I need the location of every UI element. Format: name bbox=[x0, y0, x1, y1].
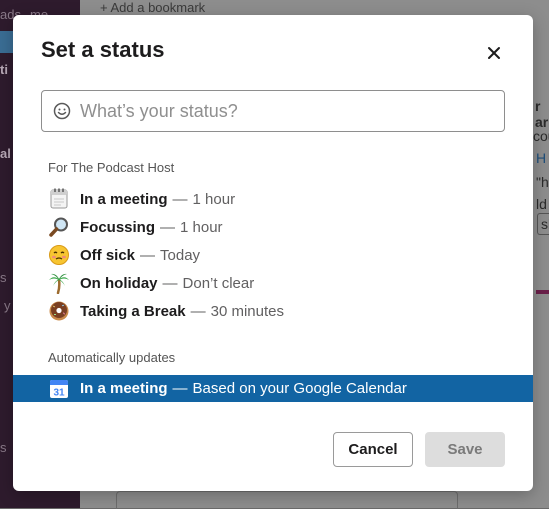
preset-label: Focussing bbox=[80, 218, 156, 236]
calendar-icon bbox=[48, 188, 70, 210]
background-message-text: cou bbox=[533, 128, 549, 144]
background-message-text: r ar bbox=[535, 98, 549, 130]
background-message-text: "h bbox=[536, 174, 549, 190]
status-input-field[interactable] bbox=[41, 90, 505, 132]
preset-duration: Don’t clear bbox=[182, 274, 255, 292]
preset-separator: — bbox=[160, 218, 176, 236]
donut-icon bbox=[48, 300, 70, 322]
auto-status-label: In a meeting bbox=[80, 380, 168, 397]
background-sidebar-text: s bbox=[0, 270, 7, 285]
preset-duration: 30 minutes bbox=[210, 302, 284, 320]
background-message-link: H bbox=[536, 150, 547, 166]
background-bookmark-link: + Add a bookmark bbox=[100, 0, 206, 15]
set-status-dialog: Set a status For The Podcast Host bbox=[13, 15, 533, 491]
preset-separator: — bbox=[140, 246, 156, 264]
preset-off-sick[interactable]: Off sick — Today bbox=[48, 243, 508, 267]
preset-label: In a meeting bbox=[80, 190, 168, 208]
close-button[interactable] bbox=[483, 42, 505, 64]
google-calendar-icon: 31 bbox=[49, 379, 69, 399]
background-message-text: sk bbox=[541, 216, 549, 232]
auto-section-label: Automatically updates bbox=[48, 350, 176, 365]
preset-separator: — bbox=[162, 274, 178, 292]
preset-duration: 1 hour bbox=[192, 190, 236, 208]
preset-separator: — bbox=[190, 302, 206, 320]
save-button[interactable]: Save bbox=[425, 432, 505, 467]
preset-on-holiday[interactable]: On holiday — Don’t clear bbox=[48, 271, 508, 295]
palm-tree-icon bbox=[48, 272, 70, 294]
preset-separator: — bbox=[172, 190, 188, 208]
preset-focussing[interactable]: Focussing — 1 hour bbox=[48, 215, 508, 239]
preset-taking-a-break[interactable]: Taking a Break — 30 minutes bbox=[48, 299, 508, 323]
preset-label: Off sick bbox=[80, 246, 136, 264]
background-message-text: ld bbox=[536, 196, 547, 212]
background-sidebar-text: al bbox=[0, 146, 11, 161]
auto-status-in-a-meeting[interactable]: 31 In a meeting — Based on your Google C… bbox=[13, 375, 533, 402]
close-icon bbox=[488, 47, 500, 59]
auto-status-separator: — bbox=[172, 380, 188, 397]
preset-label: On holiday bbox=[80, 274, 158, 292]
background-sidebar-text: y bbox=[4, 298, 11, 313]
google-calendar-day: 31 bbox=[53, 387, 65, 398]
preset-label: Taking a Break bbox=[80, 302, 186, 320]
preset-duration: Today bbox=[160, 246, 201, 264]
background-sidebar-text: ti bbox=[0, 62, 8, 77]
dialog-title: Set a status bbox=[41, 37, 165, 62]
preset-in-a-meeting[interactable]: In a meeting — 1 hour bbox=[48, 187, 508, 211]
preset-duration: 1 hour bbox=[180, 218, 223, 236]
sick-face-icon bbox=[48, 244, 70, 266]
smiley-icon[interactable] bbox=[53, 102, 71, 120]
auto-status-description: Based on your Google Calendar bbox=[192, 380, 407, 397]
magnifier-icon bbox=[48, 216, 70, 238]
status-input[interactable] bbox=[80, 91, 490, 131]
cancel-button[interactable]: Cancel bbox=[333, 432, 413, 467]
background-message-composer bbox=[116, 491, 458, 509]
background-sidebar-highlight bbox=[0, 31, 14, 53]
background-divider bbox=[536, 290, 549, 294]
background-sidebar-text: s bbox=[0, 440, 7, 455]
preset-section-label: For The Podcast Host bbox=[48, 160, 175, 175]
